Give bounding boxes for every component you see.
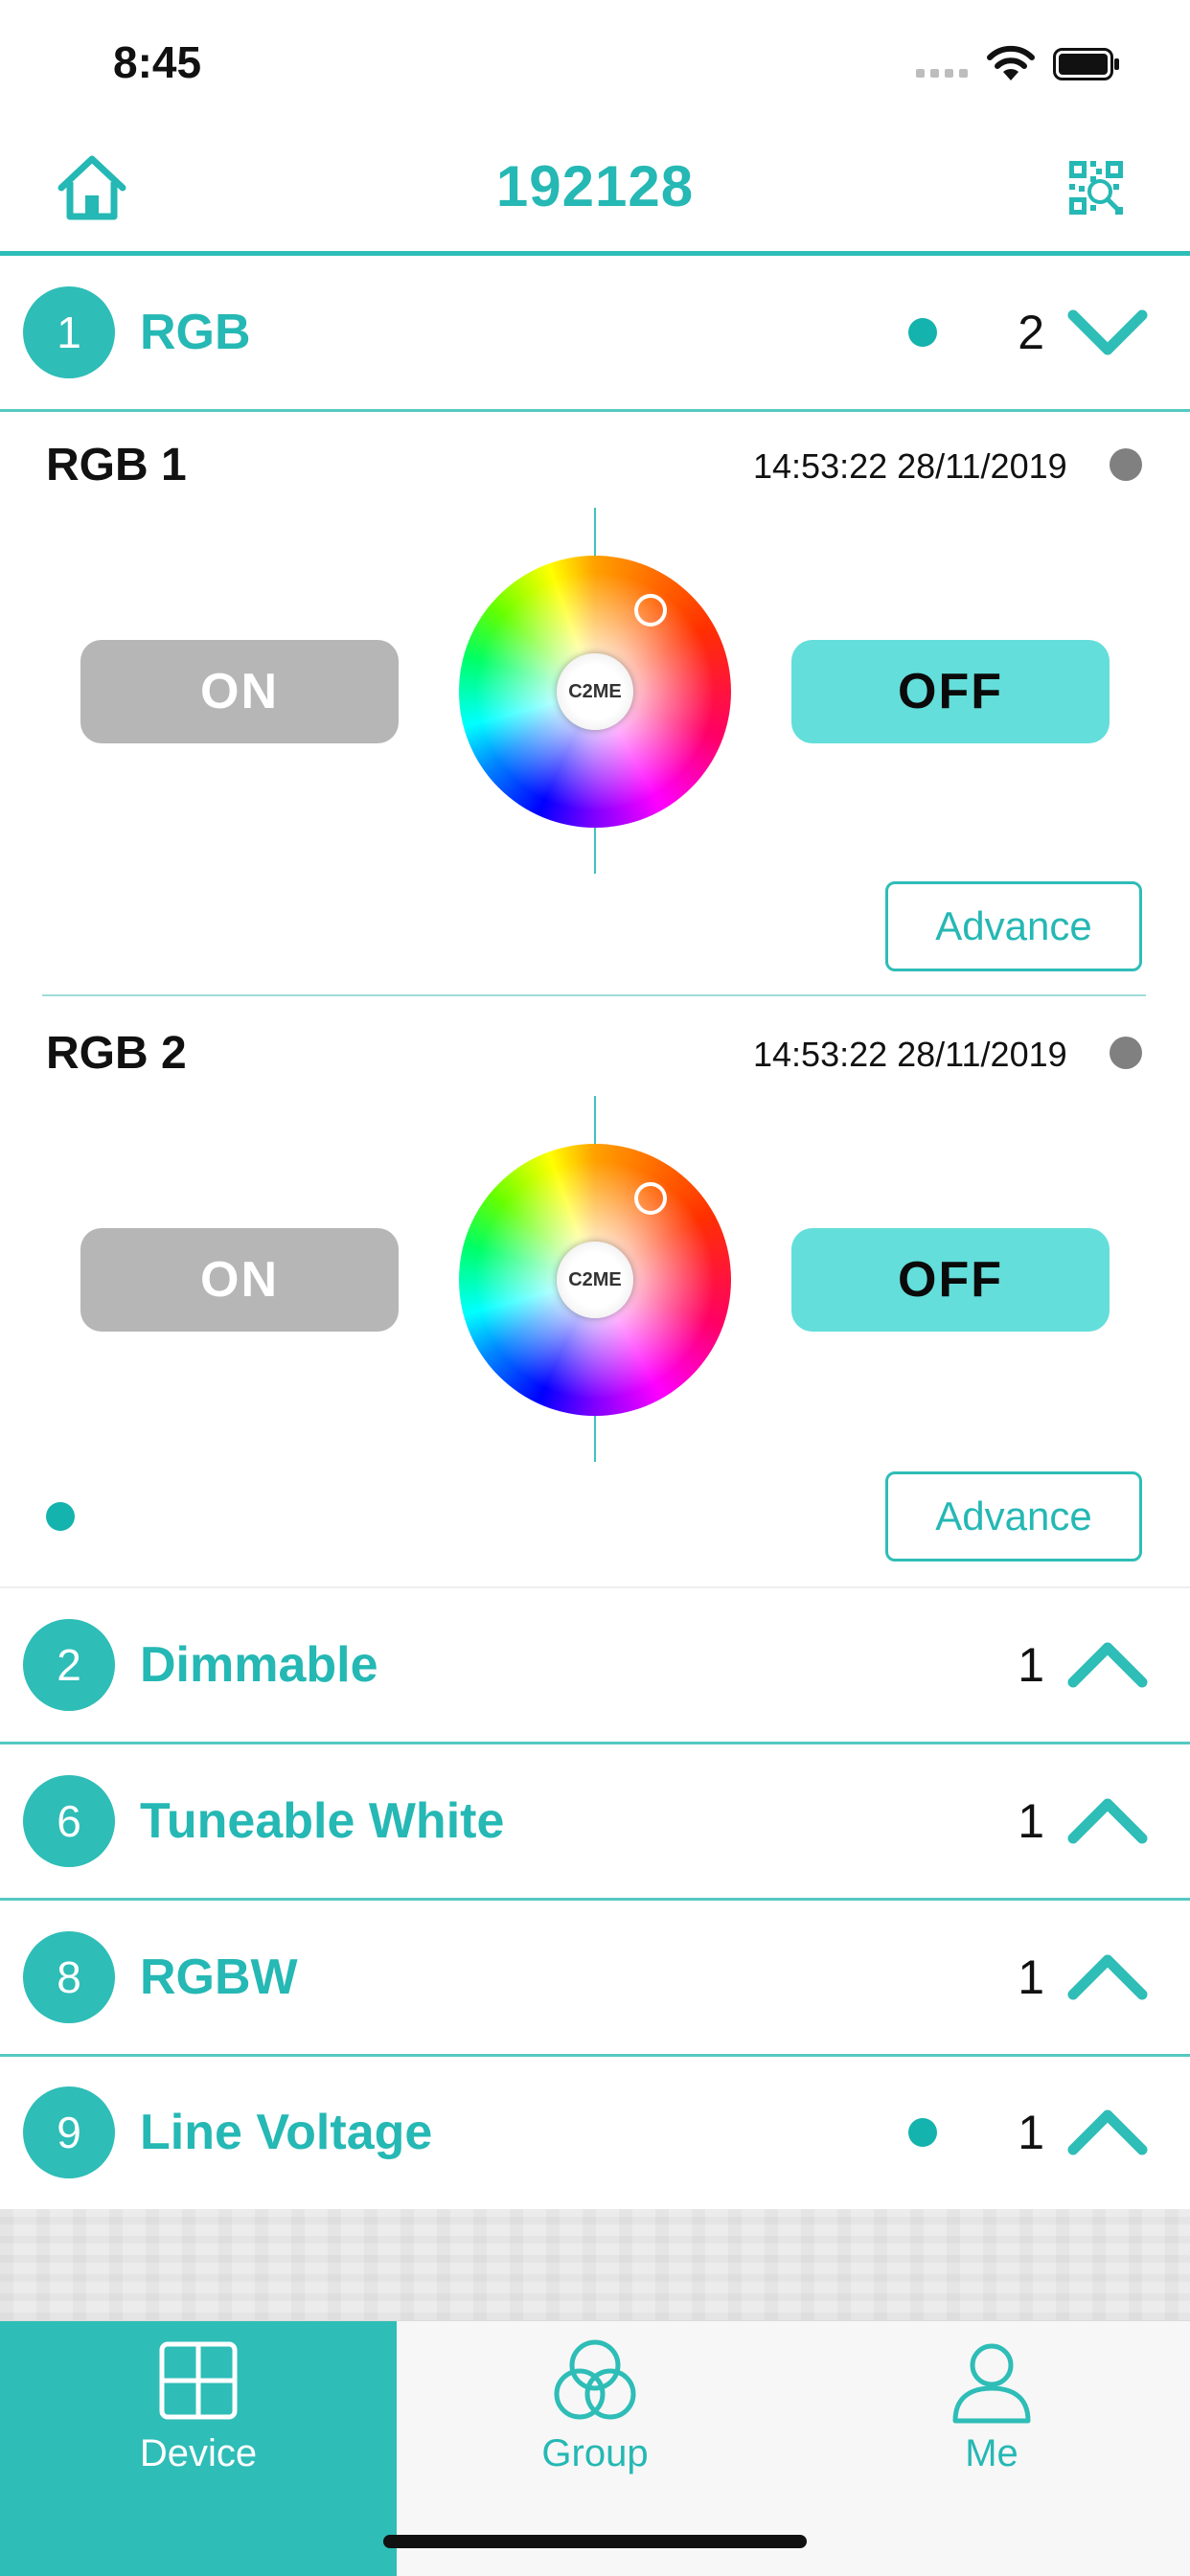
group-title: Tuneable White bbox=[140, 1793, 505, 1849]
person-icon bbox=[952, 2343, 1031, 2424]
tab-label: Me bbox=[965, 2432, 1018, 2474]
group-title: RGBW bbox=[140, 1949, 298, 2005]
chevron-up-icon[interactable] bbox=[1067, 1949, 1148, 2006]
group-title: RGB bbox=[140, 305, 251, 360]
off-button[interactable]: OFF bbox=[791, 1228, 1110, 1332]
cellular-signal-icon bbox=[916, 69, 970, 79]
group-device-count: 1 bbox=[1018, 1950, 1044, 2004]
chevron-up-icon[interactable] bbox=[1067, 2104, 1148, 2161]
group-row-tuneable-white[interactable]: 6 Tuneable White 1 bbox=[0, 1744, 1190, 1901]
circles-icon bbox=[554, 2339, 636, 2420]
wheel-center-logo: C2ME bbox=[557, 1242, 633, 1318]
on-button[interactable]: ON bbox=[80, 640, 399, 743]
group-title: Line Voltage bbox=[140, 2105, 433, 2160]
grid-icon bbox=[159, 2341, 238, 2420]
on-button[interactable]: ON bbox=[80, 1228, 399, 1332]
status-dot bbox=[908, 318, 937, 347]
color-picker-handle[interactable] bbox=[634, 1182, 667, 1215]
group-number-badge: 2 bbox=[23, 1619, 115, 1711]
group-row-line-voltage[interactable]: 9 Line Voltage 1 bbox=[0, 2056, 1190, 2212]
tab-label: Group bbox=[541, 2432, 649, 2474]
tab-label: Device bbox=[139, 2432, 258, 2474]
tab-me[interactable]: Me bbox=[793, 2321, 1190, 2576]
device-timestamp: 14:53:22 28/11/2019 bbox=[753, 446, 1067, 486]
group-number-badge: 9 bbox=[23, 2086, 115, 2178]
battery-icon bbox=[1053, 48, 1119, 80]
group-title: Dimmable bbox=[140, 1637, 378, 1693]
tab-device[interactable]: Device bbox=[0, 2321, 397, 2576]
group-device-count: 1 bbox=[1018, 1638, 1044, 1692]
group-device-count: 2 bbox=[1018, 306, 1044, 359]
group-number-badge: 6 bbox=[23, 1775, 115, 1867]
group-device-count: 1 bbox=[1018, 2106, 1044, 2159]
wheel-center-logo: C2ME bbox=[557, 653, 633, 730]
device-name: RGB 1 bbox=[46, 440, 187, 490]
device-divider bbox=[42, 994, 1146, 996]
group-row-rgbw[interactable]: 8 RGBW 1 bbox=[0, 1901, 1190, 2057]
chevron-down-icon[interactable] bbox=[1067, 304, 1148, 361]
status-dot bbox=[46, 1502, 75, 1531]
qr-scan-icon[interactable] bbox=[1067, 159, 1125, 217]
chevron-up-icon[interactable] bbox=[1067, 1636, 1148, 1694]
color-picker-handle[interactable] bbox=[634, 594, 667, 627]
home-indicator bbox=[383, 2535, 807, 2548]
group-number-badge: 1 bbox=[23, 286, 115, 378]
off-button[interactable]: OFF bbox=[791, 640, 1110, 743]
device-status-dot bbox=[1110, 448, 1142, 481]
device-name: RGB 2 bbox=[46, 1028, 187, 1079]
advance-button[interactable]: Advance bbox=[885, 1471, 1142, 1562]
group-row-dimmable[interactable]: 2 Dimmable 1 bbox=[0, 1588, 1190, 1744]
group-device-count: 1 bbox=[1018, 1794, 1044, 1848]
status-dot bbox=[908, 2118, 937, 2147]
status-time: 8:45 bbox=[113, 37, 202, 87]
background-city-image bbox=[0, 2209, 1190, 2320]
device-status-dot bbox=[1110, 1037, 1142, 1069]
chevron-up-icon[interactable] bbox=[1067, 1792, 1148, 1850]
advance-button[interactable]: Advance bbox=[885, 881, 1142, 971]
group-number-badge: 8 bbox=[23, 1931, 115, 2023]
group-row-rgb[interactable]: 1 RGB 2 bbox=[0, 256, 1190, 412]
wifi-icon bbox=[987, 45, 1035, 80]
device-timestamp: 14:53:22 28/11/2019 bbox=[753, 1035, 1067, 1074]
page-title: 192128 bbox=[495, 154, 695, 218]
